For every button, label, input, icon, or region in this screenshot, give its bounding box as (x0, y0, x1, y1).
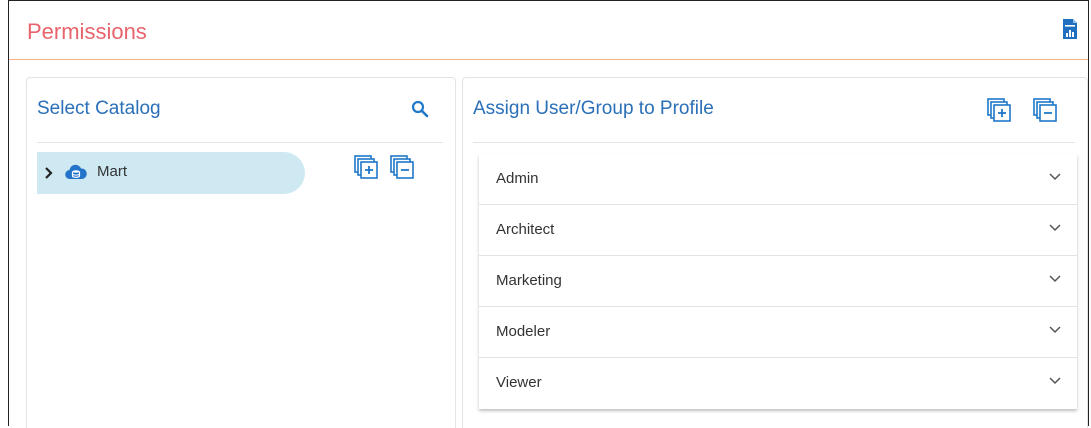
profile-panel: Assign User/Group to Profile Admin Archi… (462, 77, 1088, 428)
accordion-item-admin[interactable]: Admin (479, 154, 1077, 205)
accordion-item-modeler[interactable]: Modeler (479, 307, 1077, 358)
catalog-panel: Select Catalog Mart (26, 77, 456, 428)
chevron-right-icon[interactable] (43, 166, 53, 180)
accordion-item-viewer[interactable]: Viewer (479, 358, 1077, 409)
chevron-down-icon[interactable] (1049, 224, 1061, 232)
tree-node-label: Mart (97, 163, 127, 180)
cloud-database-icon (65, 164, 87, 180)
collapse-all-icon[interactable] (390, 155, 414, 179)
accordion-item-label: Admin (496, 170, 539, 187)
chevron-down-icon[interactable] (1049, 377, 1061, 385)
accordion-item-label: Marketing (496, 272, 562, 289)
profile-panel-header: Assign User/Group to Profile (473, 78, 1075, 143)
profile-actions (987, 98, 1057, 124)
accordion-item-architect[interactable]: Architect (479, 205, 1077, 256)
chevron-down-icon[interactable] (1049, 275, 1061, 283)
expand-all-icon[interactable] (987, 98, 1011, 122)
tree-node-mart[interactable]: Mart (37, 152, 305, 194)
search-icon[interactable] (411, 100, 429, 118)
catalog-panel-title: Select Catalog (37, 98, 161, 119)
catalog-panel-header: Select Catalog (37, 78, 443, 143)
accordion-item-label: Modeler (496, 323, 551, 340)
page-header: Permissions (9, 1, 1088, 60)
accordion-item-label: Viewer (496, 374, 542, 391)
permissions-window: Permissions Select Catalog Mart Assign U… (8, 0, 1089, 428)
chevron-down-icon[interactable] (1049, 326, 1061, 334)
accordion-item-marketing[interactable]: Marketing (479, 256, 1077, 307)
report-icon[interactable] (1062, 18, 1078, 40)
profile-panel-title: Assign User/Group to Profile (473, 98, 714, 119)
chevron-down-icon[interactable] (1049, 173, 1061, 181)
accordion-item-label: Architect (496, 221, 555, 238)
profile-accordion: Admin Architect Marketing Modeler Viewer (479, 154, 1077, 409)
page-title: Permissions (27, 19, 147, 44)
expand-all-icon[interactable] (354, 155, 378, 179)
collapse-all-icon[interactable] (1033, 98, 1057, 122)
